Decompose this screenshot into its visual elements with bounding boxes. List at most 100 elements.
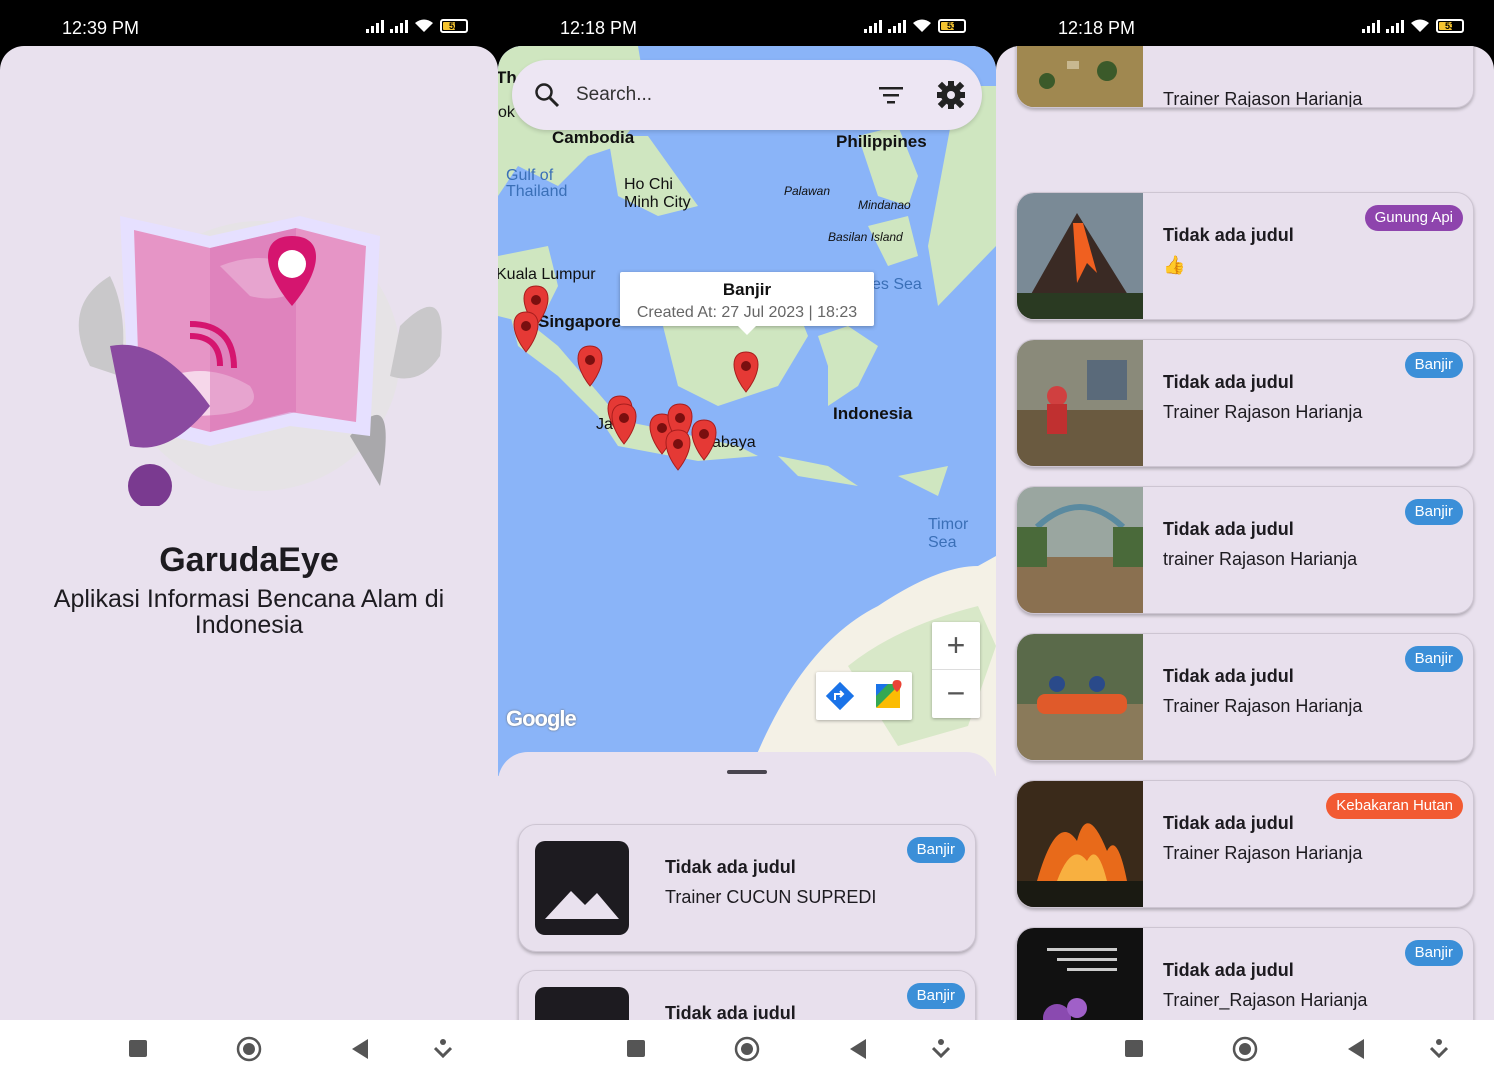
disaster-card[interactable]: Tidak ada judul Trainer_Rajason Harianja…	[1016, 927, 1474, 1020]
circle-nav-icon[interactable]	[1232, 1036, 1258, 1062]
map-marker-icon[interactable]	[733, 351, 759, 393]
back-nav-icon[interactable]	[350, 1038, 370, 1060]
back-nav-icon[interactable]	[848, 1038, 868, 1060]
category-badge: Kebakaran Hutan	[1326, 793, 1463, 819]
info-title: Banjir	[722, 280, 772, 299]
category-badge: Banjir	[1404, 352, 1463, 378]
back-nav-icon[interactable]	[1346, 1038, 1366, 1060]
card-subtitle: Trainer Rajason Harianja	[1163, 843, 1363, 863]
down-nav-icon[interactable]	[434, 1038, 452, 1058]
category-badge: Gunung Api	[1364, 205, 1463, 231]
map-marker-icon[interactable]	[691, 419, 717, 461]
marker-info-window[interactable]: Banjir Created At: 27 Jul 2023 | 18:23	[620, 272, 874, 335]
circle-nav-icon[interactable]	[236, 1036, 262, 1062]
status-bar: 12:39 PM 52	[0, 0, 498, 46]
status-bar: 12:18 PM 53	[498, 0, 996, 46]
status-time: 12:39 PM	[62, 18, 140, 38]
map-toolbar	[816, 672, 912, 720]
wifi-icon	[1411, 19, 1429, 32]
filter-icon[interactable]	[878, 84, 904, 106]
search-bar[interactable]: Search...	[512, 60, 982, 130]
disaster-card[interactable]: Tidak ada judul Trainer Rajason Harianja…	[1016, 633, 1474, 761]
google-maps-icon[interactable]	[864, 672, 912, 720]
splash-panel: 12:39 PM 52 GarudaEye Aplikasi Informasi…	[0, 0, 498, 1080]
down-nav-icon[interactable]	[932, 1038, 950, 1058]
card-subtitle: trainer Rajason Harianja	[1163, 549, 1358, 569]
disaster-card[interactable]: Tidak ada judul trainer Rajason Harianja…	[1016, 486, 1474, 614]
disaster-photo	[1017, 193, 1143, 319]
status-bar: 12:18 PM 53	[996, 0, 1494, 46]
google-logo: Google	[506, 706, 577, 731]
card-subtitle: Trainer CUCUN SUPREDI	[665, 887, 877, 907]
zoom-in-button[interactable]: +	[932, 622, 980, 670]
signal-icon	[1386, 19, 1404, 33]
app-name: GarudaEye	[159, 541, 339, 579]
status-time: 12:18 PM	[560, 18, 638, 38]
card-title: Tidak ada judul	[665, 1003, 796, 1020]
card-subtitle: Trainer_Rajason Harianja	[1163, 990, 1368, 1010]
map-marker-icon[interactable]	[577, 345, 603, 387]
splash-screen: GarudaEye Aplikasi Informasi Bencana Ala…	[0, 46, 498, 1020]
bottom-sheet[interactable]: Tidak ada judul Trainer CUCUN SUPREDI Ba…	[498, 752, 996, 1020]
search-input[interactable]: Search...	[576, 84, 652, 106]
category-badge: Banjir	[906, 983, 965, 1009]
system-nav-bar	[996, 1020, 1494, 1080]
map-marker-icon[interactable]	[665, 429, 691, 471]
disaster-card[interactable]: Tidak ada judul Trainer CUCUN SUPREDI Ba…	[518, 824, 976, 952]
directions-icon[interactable]	[816, 672, 864, 720]
category-badge: Banjir	[1404, 940, 1463, 966]
square-nav-icon[interactable]	[1124, 1038, 1144, 1058]
sheet-handle[interactable]	[727, 770, 767, 774]
wifi-icon	[415, 19, 433, 32]
down-nav-icon[interactable]	[1430, 1038, 1448, 1058]
map-marker-icon[interactable]	[513, 311, 539, 353]
category-badge: Banjir	[1404, 499, 1463, 525]
battery-icon: 52	[440, 19, 468, 33]
map-markers	[513, 285, 759, 471]
category-badge: Banjir	[1404, 646, 1463, 672]
card-title: Tidak ada judul	[1163, 813, 1294, 833]
disaster-photo	[1017, 487, 1143, 613]
disaster-card[interactable]: Tidak ada judul Banjir	[518, 970, 976, 1020]
disaster-photo	[1017, 781, 1143, 907]
map-view[interactable]: Th ok Cambodia Philippines Gulf of Thail…	[498, 46, 996, 776]
card-subtitle: Trainer Rajason Harianja	[1163, 402, 1363, 422]
map-marker-icon[interactable]	[611, 403, 637, 445]
card-title: Tidak ada judul	[1163, 225, 1294, 245]
search-icon	[535, 83, 560, 108]
signal-icon	[366, 19, 384, 33]
map-screen: Th ok Cambodia Philippines Gulf of Thail…	[498, 46, 996, 1020]
disaster-card[interactable]: Trainer Rajason Harianja	[1016, 46, 1474, 108]
list-screen: Trainer Rajason Harianja Tidak ada judul…	[996, 46, 1494, 1020]
battery-icon: 53	[1436, 19, 1464, 33]
card-subtitle: 👍	[1163, 255, 1186, 275]
disaster-photo	[1017, 340, 1143, 466]
signal-icon	[888, 19, 906, 33]
image-placeholder-icon	[535, 841, 629, 935]
square-nav-icon[interactable]	[128, 1038, 148, 1058]
square-nav-icon[interactable]	[626, 1038, 646, 1058]
zoom-out-button[interactable]: −	[932, 670, 980, 718]
card-title: Tidak ada judul	[1163, 960, 1294, 980]
circle-nav-icon[interactable]	[734, 1036, 760, 1062]
card-title: Tidak ada judul	[1163, 666, 1294, 686]
list-panel: 12:18 PM 53 Trainer Rajason Harianja Tid…	[996, 0, 1494, 1080]
app-subtitle: Aplikasi Informasi Bencana Alam di Indon…	[53, 585, 445, 639]
card-subtitle: Trainer Rajason Harianja	[1163, 696, 1363, 716]
disaster-card[interactable]: Tidak ada judul Trainer Rajason Harianja…	[1016, 780, 1474, 908]
disaster-photo	[1017, 634, 1143, 760]
settings-icon[interactable]	[936, 80, 966, 110]
system-nav-bar	[498, 1020, 996, 1080]
system-nav-bar	[0, 1020, 498, 1080]
signal-icon	[390, 19, 408, 33]
status-time: 12:18 PM	[1058, 18, 1136, 38]
disaster-card[interactable]: Tidak ada judul 👍 Gunung Api	[1016, 192, 1474, 320]
signal-icon	[1362, 19, 1380, 33]
disaster-card[interactable]: Tidak ada judul Trainer Rajason Harianja…	[1016, 339, 1474, 467]
battery-icon: 53	[938, 19, 966, 33]
disaster-photo	[1017, 46, 1143, 107]
disaster-photo	[1017, 928, 1143, 1020]
card-title: Tidak ada judul	[1163, 372, 1294, 392]
splash-illustration	[78, 216, 442, 506]
card-title: Tidak ada judul	[665, 857, 796, 877]
